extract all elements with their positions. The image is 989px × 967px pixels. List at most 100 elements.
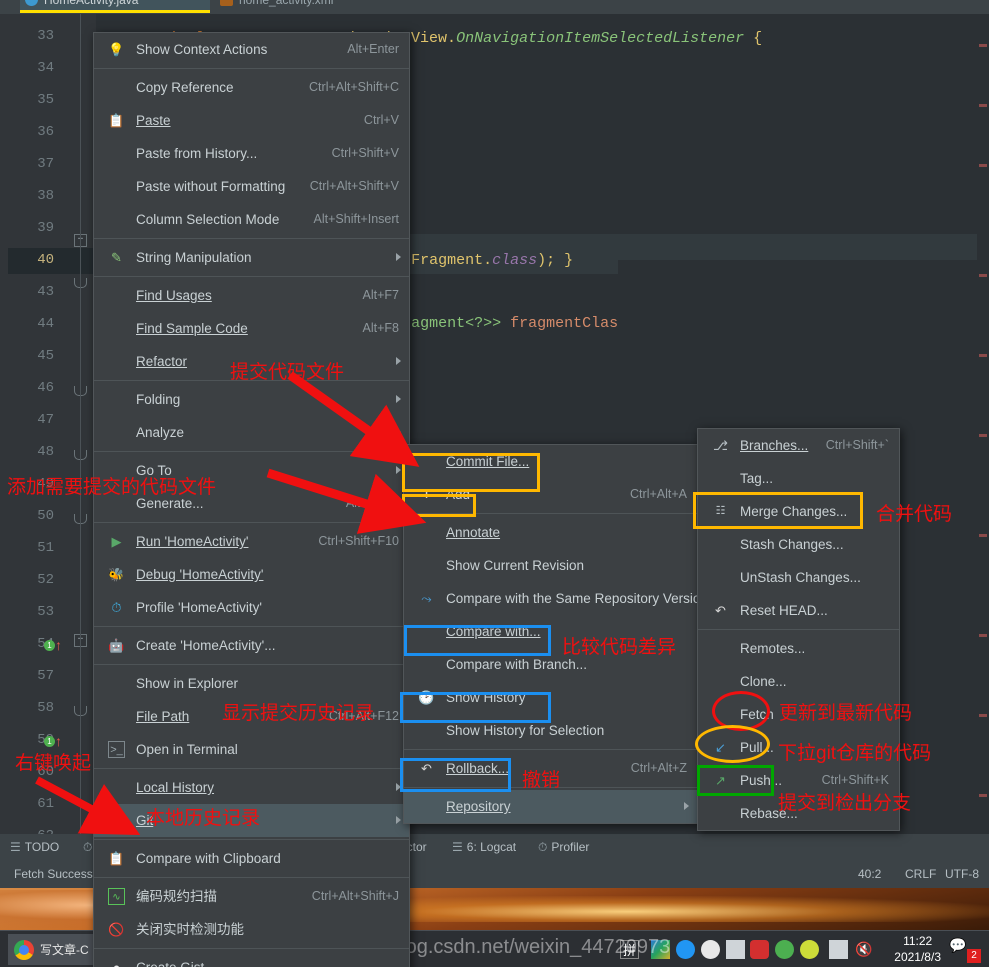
menu-item-unstash-changes[interactable]: UnStash Changes... — [698, 561, 899, 594]
menu-item-show-current-revision[interactable]: Show Current Revision — [404, 549, 697, 582]
pencil-icon: ✎ — [111, 250, 122, 265]
gutter-line-number: 50 — [37, 508, 54, 524]
scrollbar-error-mark[interactable] — [979, 534, 987, 537]
highlight-box-push — [697, 765, 774, 796]
menu-item-column-selection-mode[interactable]: Column Selection Mode Alt+Shift+Insert — [94, 203, 409, 236]
scrollbar-error-mark[interactable] — [979, 634, 987, 637]
menu-separator — [94, 768, 409, 769]
menu-item-debug-homeactivity[interactable]: 🐝 Debug 'HomeActivity' — [94, 558, 409, 591]
chevron-right-icon — [684, 802, 689, 810]
gutter-line-number: 36 — [37, 124, 54, 140]
menu-item-reset-head[interactable]: ↶ Reset HEAD... — [698, 594, 899, 627]
status-message: Fetch Successf — [14, 867, 97, 881]
gutter-line-number: 40 — [37, 252, 54, 268]
chevron-right-icon — [396, 357, 401, 365]
tool-window-label: 6: Logcat — [466, 840, 517, 854]
branch-icon: ⎇ — [713, 438, 728, 453]
tool-window-profiler[interactable]: ⏱ Profiler — [538, 840, 589, 855]
menu-separator — [94, 68, 409, 69]
vcs-change-badge[interactable]: 1 ↑ — [44, 637, 62, 653]
menu-item-run-homeactivity[interactable]: ▶ Run 'HomeActivity' Ctrl+Shift+F10 — [94, 525, 409, 558]
annotation-undo: 撤销 — [522, 770, 561, 791]
scrollbar-error-mark[interactable] — [979, 714, 987, 717]
editor-tab-label: home_activity.xml — [239, 0, 334, 7]
menu-item-folding[interactable]: Folding — [94, 383, 409, 416]
menu-item-tag[interactable]: Tag... — [698, 462, 899, 495]
scrollbar-error-mark[interactable] — [979, 44, 987, 47]
gutter-line-number: 47 — [37, 412, 54, 428]
logcat-icon: ☰ — [452, 840, 463, 854]
scrollbar-error-mark[interactable] — [979, 794, 987, 797]
taskbar-button-label: 写文章-C — [40, 943, 89, 957]
file-encoding[interactable]: UTF-8 — [945, 867, 979, 881]
highlight-box-add — [402, 494, 476, 517]
annotation-add-code-file: 添加需要提交的代码文件 — [7, 477, 217, 498]
menu-item-paste[interactable]: 📋 Paste Ctrl+V — [94, 104, 409, 137]
gutter-line-number: 52 — [37, 572, 54, 588]
watermark-text: https://blog.csdn.net/weixin_44720973 — [330, 936, 671, 958]
tool-window-todo[interactable]: ☰ TODO — [10, 840, 59, 854]
menu-item-paste-without-formatting[interactable]: Paste without Formatting Ctrl+Alt+Shift+… — [94, 170, 409, 203]
chevron-right-icon — [396, 253, 401, 261]
menu-item-show-context-actions[interactable]: 💡 Show Context Actions Alt+Enter — [94, 33, 409, 66]
menu-item-copy-reference[interactable]: Copy Reference Ctrl+Alt+Shift+C — [94, 71, 409, 104]
scrollbar-error-mark[interactable] — [979, 354, 987, 357]
chrome-icon — [14, 939, 34, 960]
gutter-line-number: 46 — [37, 380, 54, 396]
menu-item-paste-from-history[interactable]: Paste from History... Ctrl+Shift+V — [94, 137, 409, 170]
menu-item-remotes[interactable]: Remotes... — [698, 632, 899, 665]
scrollbar-error-mark[interactable] — [979, 434, 987, 437]
menu-item-create-gist[interactable]: ● Create Gist... — [94, 951, 409, 967]
gutter-line-number: 53 — [37, 604, 54, 620]
gutter-line-number: 38 — [37, 188, 54, 204]
gutter-line-number: 58 — [37, 700, 54, 716]
menu-item-create-homeactivity[interactable]: 🤖 Create 'HomeActivity'... — [94, 629, 409, 662]
menu-item-find-usages[interactable]: Find Usages Alt+F7 — [94, 279, 409, 312]
editor-tab-homeactivity-java[interactable]: HomeActivity.java — [20, 0, 210, 13]
menu-item-profile-homeactivity[interactable]: ⏱ Profile 'HomeActivity' — [94, 591, 409, 624]
xml-file-icon — [220, 0, 233, 6]
tool-window-label: Profiler — [551, 840, 590, 854]
menu-item-branches[interactable]: ⎇ Branches... Ctrl+Shift+` — [698, 429, 899, 462]
annotation-pull-git: 下拉git仓库的代码 — [778, 743, 932, 764]
menu-item-string-manipulation[interactable]: ✎ String Manipulation — [94, 241, 409, 274]
menu-item-open-in-terminal[interactable]: >_ Open in Terminal — [94, 733, 409, 766]
highlight-box-merge-changes — [693, 492, 863, 529]
gutter-line-number: 44 — [37, 316, 54, 332]
scrollbar-error-mark[interactable] — [979, 164, 987, 167]
menu-item-annotate[interactable]: Annotate — [404, 516, 697, 549]
editor-gutter[interactable]: 3334353637383940434445464748495051525354… — [0, 14, 96, 844]
menu-item-analyze[interactable]: Analyze — [94, 416, 409, 449]
editor-scrollbar[interactable] — [977, 14, 989, 834]
reset-icon: ↶ — [715, 603, 726, 618]
menu-item-compare-with-same-repository-version[interactable]: ⤳ Compare with the Same Repository Versi… — [404, 582, 708, 615]
menu-item-coding-spec-scan[interactable]: ∿ 编码规约扫描 Ctrl+Alt+Shift+J — [94, 880, 409, 913]
tool-window-logcat[interactable]: ☰ 6: Logcat — [452, 840, 516, 854]
android-icon: 🤖 — [108, 638, 125, 653]
menu-item-local-history[interactable]: Local History — [94, 771, 409, 804]
chevron-right-icon — [396, 395, 401, 403]
scrollbar-error-mark[interactable] — [979, 274, 987, 277]
gutter-line-number: 45 — [37, 348, 54, 364]
compare-clipboard-icon: 📋 — [108, 851, 125, 866]
annotation-fetch-latest: 更新到最新代码 — [779, 703, 913, 724]
menu-separator — [94, 238, 409, 239]
scrollbar-error-mark[interactable] — [979, 104, 987, 107]
highlight-box-commit-file — [402, 453, 540, 492]
vcs-change-badge[interactable]: 1 ↑ — [44, 733, 62, 749]
highlight-box-show-history — [400, 692, 551, 723]
menu-item-repository[interactable]: Repository — [404, 790, 697, 823]
caret-position[interactable]: 40:2 — [858, 867, 881, 881]
menu-item-disable-realtime-detection[interactable]: 🚫 关闭实时检测功能 — [94, 913, 409, 946]
gutter-line-number: 37 — [37, 156, 54, 172]
menu-item-stash-changes[interactable]: Stash Changes... — [698, 528, 899, 561]
menu-separator — [404, 749, 697, 750]
annotation-push-branch: 提交到检出分支 — [778, 793, 912, 814]
java-file-icon — [25, 0, 38, 6]
run-icon: ▶ — [111, 534, 122, 549]
menu-item-compare-with-clipboard[interactable]: 📋 Compare with Clipboard — [94, 842, 409, 875]
line-separator[interactable]: CRLF — [905, 867, 936, 881]
menu-item-find-sample-code[interactable]: Find Sample Code Alt+F8 — [94, 312, 409, 345]
editor-tab-home-activity-xml[interactable]: home_activity.xml — [215, 0, 415, 12]
menu-item-show-in-explorer[interactable]: Show in Explorer — [94, 667, 409, 700]
